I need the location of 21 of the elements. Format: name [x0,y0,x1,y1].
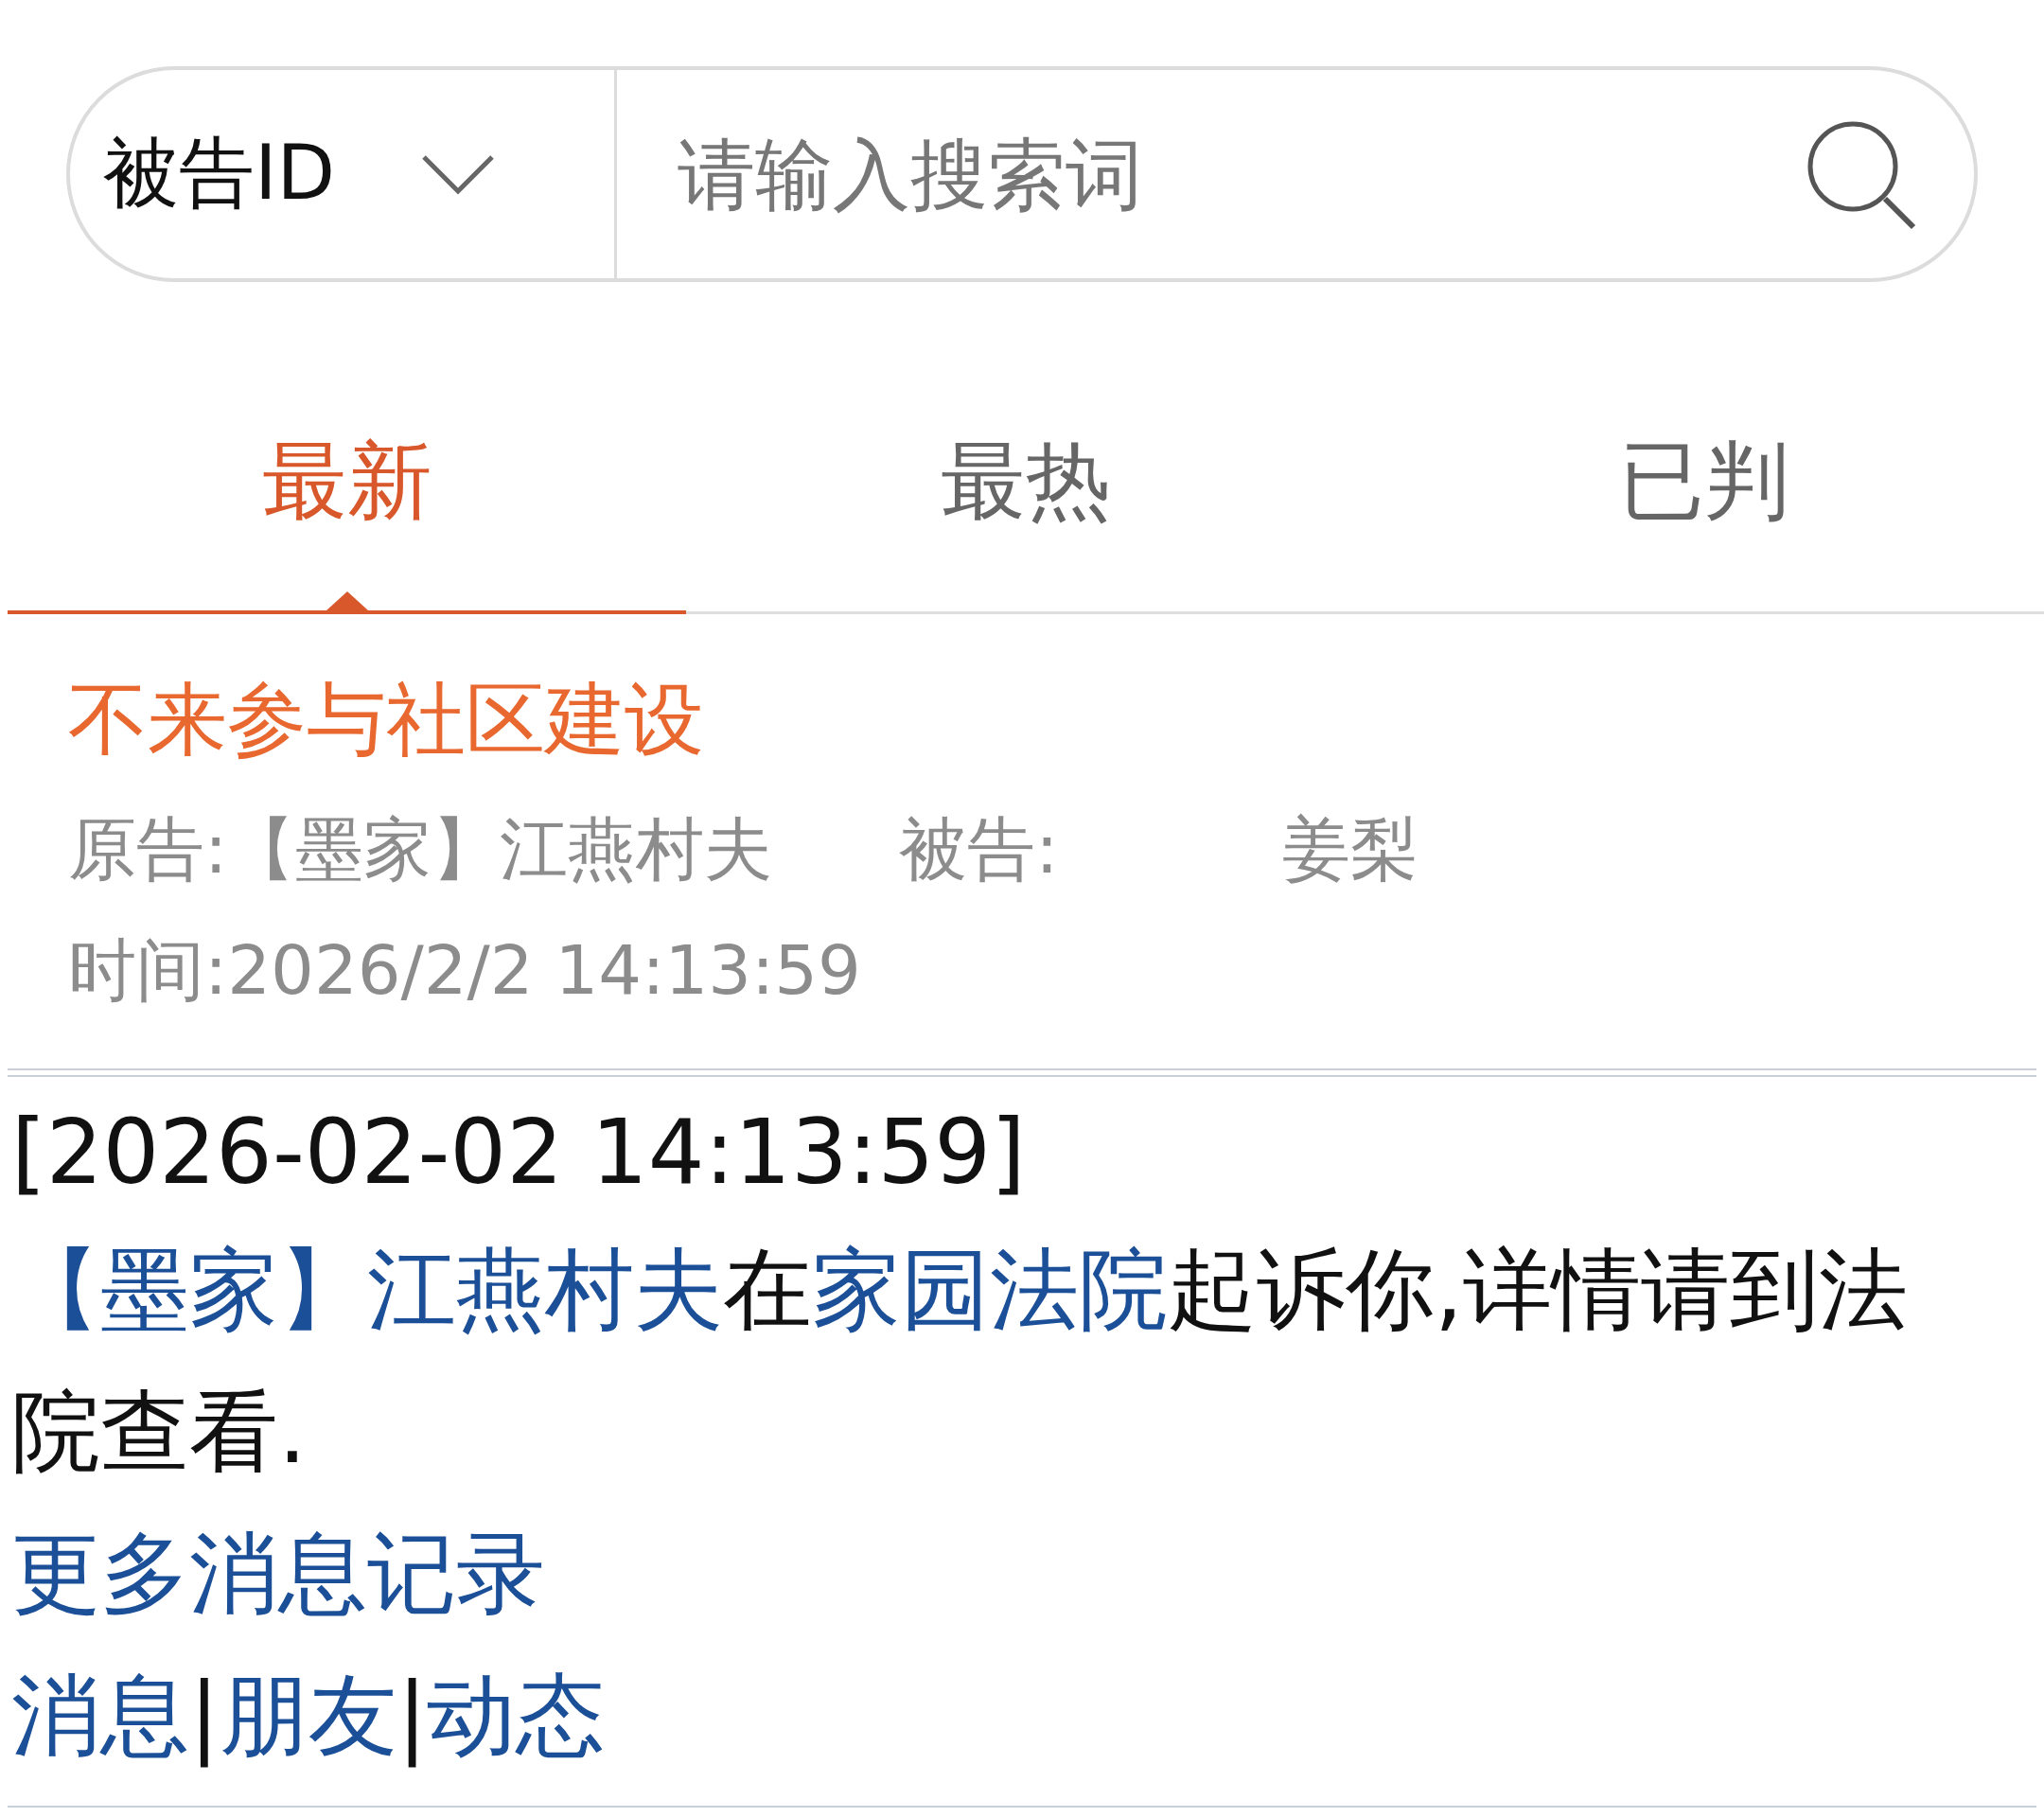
defendant-label: 被告: [899,808,1060,891]
more-messages-link[interactable]: 更多消息记录 [11,1503,545,1645]
message-link[interactable]: 【墨家】江燕村夫 [11,1238,723,1341]
message-link[interactable]: 家园法院 [812,1238,1168,1341]
separator: | [396,1663,428,1770]
case-time: 时间:2026/2/2 14:13:59 [68,929,861,1012]
search-field[interactable]: 被告ID 请输入搜索词 [66,66,1978,282]
tab[interactable]: 最热 [686,424,1366,614]
plaintiff-name: 【墨家】江燕村夫 [227,808,774,891]
nav-link[interactable]: 消息 [11,1645,189,1787]
message-timestamp: [2026-02-02 14:13:59] [11,1100,1027,1206]
plaintiff-label: 原告: [68,808,228,891]
separator: | [189,1663,220,1770]
tab[interactable]: 已判 [1365,424,2044,614]
nav-link[interactable]: 动态 [427,1645,606,1787]
scope-dropdown[interactable]: 被告ID [103,123,336,225]
chevron-down-icon[interactable] [420,153,497,195]
tab[interactable]: 最新 [8,424,687,614]
defendant-name: 姜梨 [1282,808,1419,891]
nav-link[interactable]: 朋友 [219,1645,397,1787]
message-text: 【墨家】江燕村夫在家园法院起诉你,详情请到法院查看. [11,1237,1909,1485]
